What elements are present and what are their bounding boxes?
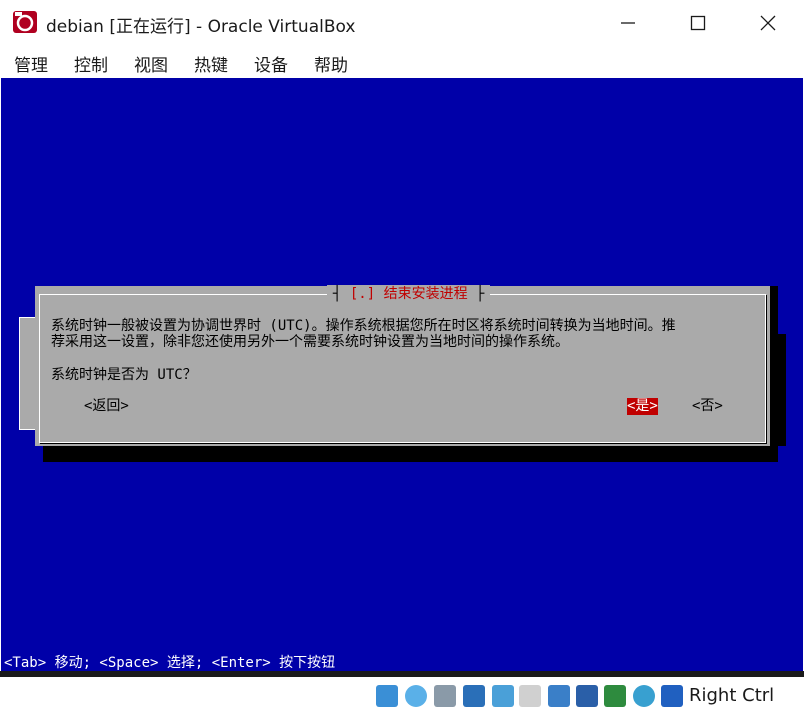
mouse-integration-icon[interactable] xyxy=(604,685,626,707)
window-title-bar: debian [正在运行] - Oracle VirtualBox xyxy=(0,0,804,45)
menu-bar: 管理 控制 视图 热键 设备 帮助 xyxy=(0,45,804,78)
menu-item-manage[interactable]: 管理 xyxy=(14,51,48,76)
download-icon[interactable] xyxy=(661,685,683,707)
installer-dialog: ┤ [.] 结束安装进程 ├ 系统时钟一般被设置为协调世界时 (UTC)。操作系… xyxy=(35,285,770,446)
close-button[interactable] xyxy=(740,0,796,45)
shared-folders-icon[interactable] xyxy=(519,685,541,707)
hard-disk-icon[interactable] xyxy=(376,685,398,707)
menu-item-hotkeys[interactable]: 热键 xyxy=(194,51,228,76)
display-icon[interactable] xyxy=(548,685,570,707)
minimize-icon xyxy=(621,21,635,24)
optical-drive-icon[interactable] xyxy=(405,685,427,707)
menu-item-devices[interactable]: 设备 xyxy=(254,51,288,76)
vm-keyboard-hint: <Tab> 移动; <Space> 选择; <Enter> 按下按钮 xyxy=(4,655,336,671)
network-icon[interactable] xyxy=(463,685,485,707)
vm-display[interactable]: ┤ [.] 结束安装进程 ├ 系统时钟一般被设置为协调世界时 (UTC)。操作系… xyxy=(1,78,803,671)
minimize-button[interactable] xyxy=(600,0,656,45)
menu-item-control[interactable]: 控制 xyxy=(74,51,108,76)
dialog-title: ┤ [.] 结束安装进程 ├ xyxy=(327,285,491,305)
menu-item-help[interactable]: 帮助 xyxy=(314,51,348,76)
back-button[interactable]: <返回> xyxy=(84,398,129,415)
dialog-description-line-1: 系统时钟一般被设置为协调世界时 (UTC)。操作系统根据您所在时区将系统时间转换… xyxy=(51,318,676,334)
maximize-button[interactable] xyxy=(670,0,726,45)
guest-additions-icon[interactable] xyxy=(633,685,655,707)
dialog-title-text: [.] 结束安装进程 xyxy=(349,286,468,302)
no-button[interactable]: <否> xyxy=(692,398,723,415)
dialog-description-line-2: 荐采用这一设置，除非您还使用另外一个需要系统时钟设置为当地时间的操作系统。 xyxy=(51,334,569,350)
host-key-label[interactable]: Right Ctrl xyxy=(689,685,774,706)
usb-icon[interactable] xyxy=(492,685,514,707)
dialog-question: 系统时钟是否为 UTC？ xyxy=(51,367,197,383)
menu-item-view[interactable]: 视图 xyxy=(134,51,168,76)
background-dialog-shadow xyxy=(770,334,786,446)
window-title: debian [正在运行] - Oracle VirtualBox xyxy=(46,17,356,37)
audio-icon[interactable] xyxy=(434,685,456,707)
maximize-icon xyxy=(690,15,706,30)
status-bar: Right Ctrl xyxy=(0,671,804,712)
yes-button[interactable]: <是> xyxy=(627,398,658,415)
video-capture-icon[interactable] xyxy=(576,685,598,707)
background-dialog-edge xyxy=(19,317,35,430)
virtualbox-debian-icon xyxy=(13,11,37,33)
close-icon xyxy=(760,15,776,30)
